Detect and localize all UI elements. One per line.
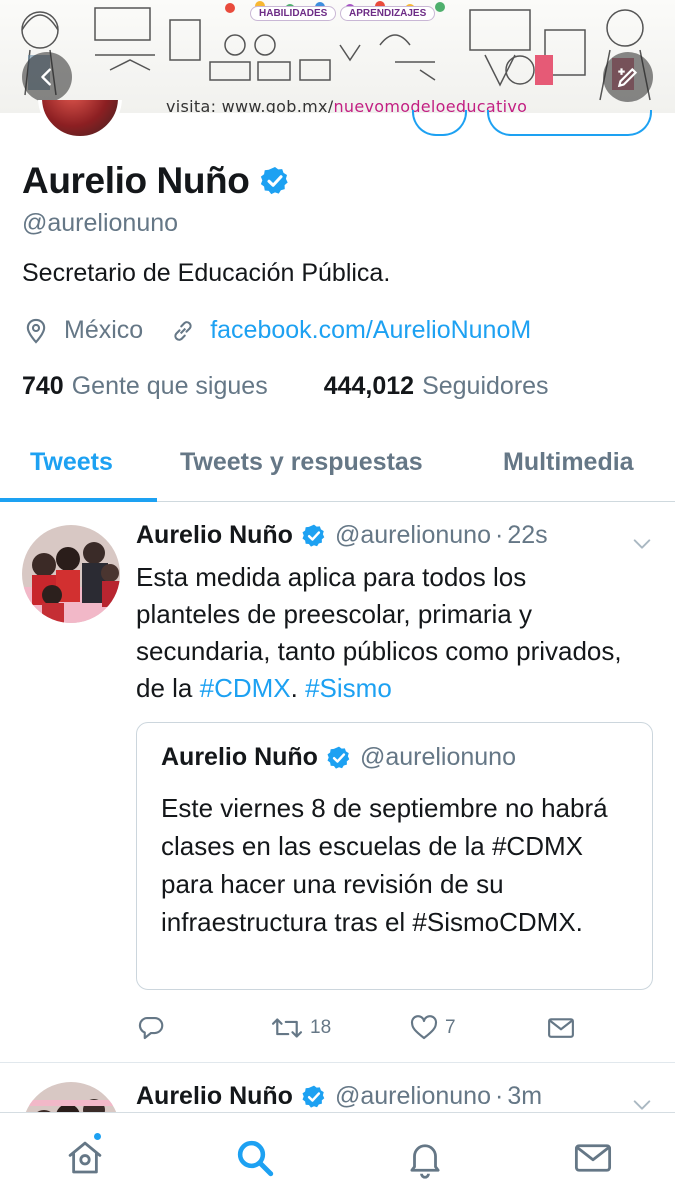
hashtag-link[interactable]: #CDMX [200,673,291,703]
link-icon [174,320,192,341]
tweet-text-sep: . [290,673,306,703]
tweet-header: Aurelio Nuño @aurelionuno · 22s [136,521,548,550]
back-arrow-icon [41,68,51,86]
banner-visit-text: visita: www.gob.mx/nuevomodeloeducativo [166,97,527,113]
tab-tweets[interactable]: Tweets [30,448,113,477]
quoted-tweet-text: Este viernes 8 de septiembre no habrá cl… [161,793,608,937]
tweet-text: Esta medida aplica para todos los plante… [136,559,636,707]
profile-bio: Secretario de Educación Pública. [22,259,391,287]
quoted-tweet-header: Aurelio Nuño @aurelionuno [161,743,516,772]
mail-icon[interactable] [572,1137,614,1179]
like-button[interactable]: 7 [409,1013,456,1043]
tweet-time: 3m [507,1082,543,1110]
envelope-icon [548,1018,574,1038]
profile-counts: 740 Gente que sigues 444,012 Seguidores [22,372,549,401]
chevron-down-icon[interactable] [631,533,653,555]
avatar-photo [22,1082,120,1114]
profile-tabs: Tweets Tweets y respuestas Multimedia [0,420,675,502]
active-tab-indicator [0,498,157,502]
hashtag-link[interactable]: #Sismo [305,673,392,703]
retweet-icon [271,1018,303,1038]
profile-handle: @aurelionuno [22,209,179,237]
tweet[interactable]: Aurelio Nuño @aurelionuno · 22s Esta medid… [0,503,675,1063]
followers-count[interactable]: 444,012 Seguidores [324,372,549,401]
chevron-down-icon[interactable] [631,1094,653,1114]
profile-website[interactable]: facebook.com/AurelioNunoM [169,316,531,345]
banner-visit-prefix: visita: www.gob.mx/ [166,97,334,113]
retweet-count: 18 [310,1017,332,1038]
followers-label: Seguidores [422,372,549,400]
location-pin-icon [26,318,46,344]
quoted-tweet-handle: @aurelionuno [359,743,516,771]
banner-tag-habilidades: HABILIDADES [250,6,337,21]
verified-badge-icon [302,1085,325,1108]
notifications-toggle-button[interactable] [412,110,467,136]
profile-banner: HABILIDADES APRENDIZAJES visita: www.gob… [0,0,675,113]
tweet-author[interactable]: Aurelio Nuño [136,1082,293,1111]
retweet-button[interactable]: 18 [270,1013,331,1043]
following-number: 740 [22,372,64,400]
tweet-header: Aurelio Nuño @aurelionuno · 3m [136,1082,542,1111]
compose-icon [617,67,638,88]
tab-tweets-replies[interactable]: Tweets y respuestas [180,448,423,477]
profile-name: Aurelio Nuño [22,160,250,201]
home-icon[interactable] [64,1137,106,1179]
verified-badge-icon [327,746,350,769]
heart-icon [410,1015,438,1040]
banner-tag-aprendizajes: APRENDIZAJES [340,6,436,21]
verified-badge-icon [302,524,325,547]
new-content-indicator [92,1131,103,1142]
profile-website-link[interactable]: facebook.com/AurelioNunoM [210,316,531,345]
separator-dot: · [494,1082,504,1110]
profile-location-text: México [64,316,144,344]
quoted-tweet-author: Aurelio Nuño [161,743,318,771]
avatar-photo [22,525,120,623]
followers-number: 444,012 [323,372,415,400]
profile-avatar[interactable] [38,100,122,140]
reply-icon [138,1016,164,1040]
tweet-avatar[interactable] [22,525,120,623]
profile-meta: México facebook.com/AurelioNunoM [22,316,531,345]
compose-button[interactable] [603,52,653,102]
bell-icon[interactable] [404,1137,446,1179]
tweet-avatar[interactable] [22,1082,120,1114]
following-count[interactable]: 740 Gente que sigues [22,372,268,401]
tweet-handle: @aurelionuno [334,1082,491,1110]
direct-message-button[interactable] [546,1013,576,1043]
separator-dot: · [494,521,504,549]
verified-badge-icon [261,167,289,195]
reply-button[interactable] [136,1013,166,1043]
tweet-time: 22s [507,521,548,549]
bottom-nav [0,1112,675,1200]
tab-media[interactable]: Multimedia [503,448,634,477]
following-label: Gente que sigues [71,372,268,400]
search-icon[interactable] [234,1137,276,1179]
tweet-actions: 18 7 [136,1013,636,1049]
profile-location: México [22,316,143,345]
quoted-tweet[interactable]: Aurelio Nuño @aurelionuno Este viernes 8… [136,722,653,990]
tweet-author[interactable]: Aurelio Nuño [136,521,293,550]
like-count: 7 [445,1017,456,1038]
back-button[interactable] [22,52,72,102]
tweet[interactable]: Aurelio Nuño @aurelionuno · 3m [0,1064,675,1114]
tweet-handle: @aurelionuno [334,521,491,549]
follow-button[interactable] [487,110,652,136]
profile-name-row: Aurelio Nuño [22,160,291,202]
